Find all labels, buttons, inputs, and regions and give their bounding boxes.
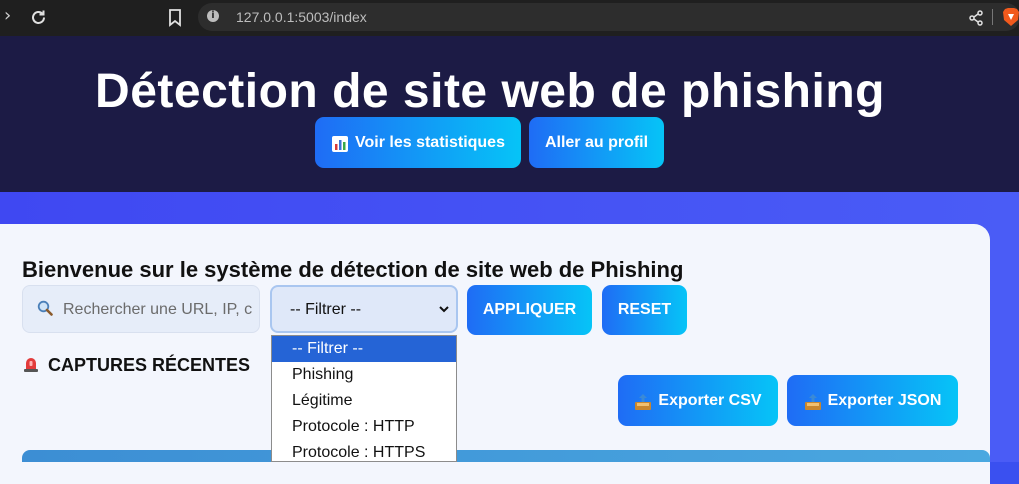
- export-csv-button[interactable]: Exporter CSV: [618, 375, 778, 426]
- siren-icon: [24, 358, 38, 372]
- outbox-tray-icon: [804, 393, 821, 410]
- search-placeholder: Rechercher une URL, IP, c: [63, 301, 253, 318]
- site-info-icon[interactable]: i: [207, 10, 219, 22]
- stats-button-label: Voir les statistiques: [355, 133, 505, 151]
- brave-shield-icon[interactable]: [1002, 7, 1019, 27]
- stats-button[interactable]: Voir les statistiques: [315, 117, 521, 168]
- reload-icon[interactable]: [30, 9, 47, 26]
- outbox-tray-icon: [635, 393, 652, 410]
- browser-toolbar: › i 127.0.0.1:5003/index: [0, 0, 1019, 36]
- filter-option-phishing[interactable]: Phishing: [272, 362, 456, 388]
- apply-button[interactable]: APPLIQUER: [467, 285, 592, 335]
- divider: [992, 9, 993, 25]
- table-header-strip: [22, 450, 990, 462]
- filter-option-legitimate[interactable]: Légitime: [272, 388, 456, 414]
- filter-selected-value: -- Filtrer --: [290, 301, 362, 318]
- search-input[interactable]: Rechercher une URL, IP, c: [22, 285, 260, 333]
- address-bar[interactable]: i 127.0.0.1:5003/index: [198, 3, 1019, 31]
- profile-button[interactable]: Aller au profil: [529, 117, 664, 168]
- filter-dropdown-list: -- Filtrer -- Phishing Légitime Protocol…: [271, 335, 457, 462]
- search-icon: [37, 300, 53, 316]
- apply-button-label: APPLIQUER: [482, 301, 577, 318]
- page-title: Détection de site web de phishing: [95, 65, 885, 118]
- url-text[interactable]: 127.0.0.1:5003/index: [236, 9, 367, 25]
- share-icon[interactable]: [968, 10, 984, 26]
- reset-button[interactable]: RESET: [602, 285, 687, 335]
- bookmark-icon[interactable]: [168, 9, 182, 27]
- filter-option-all[interactable]: -- Filtrer --: [272, 336, 456, 362]
- filter-option-https[interactable]: Protocole : HTTPS: [272, 440, 456, 461]
- page-header: Détection de site web de phishing Voir l…: [0, 36, 1019, 192]
- filter-option-http[interactable]: Protocole : HTTP: [272, 414, 456, 440]
- chevron-down-icon: [439, 306, 449, 313]
- reset-button-label: RESET: [617, 301, 672, 318]
- export-json-label: Exporter JSON: [827, 391, 942, 409]
- bar-chart-icon: [332, 135, 348, 152]
- welcome-heading: Bienvenue sur le système de détection de…: [22, 257, 684, 282]
- filter-select[interactable]: -- Filtrer --: [270, 285, 458, 333]
- export-csv-label: Exporter CSV: [658, 391, 762, 409]
- forward-icon[interactable]: ›: [4, 5, 11, 26]
- export-json-button[interactable]: Exporter JSON: [787, 375, 958, 426]
- profile-button-label: Aller au profil: [544, 133, 649, 151]
- section-title: CAPTURES RÉCENTES: [22, 353, 250, 376]
- section-title-text: CAPTURES RÉCENTES: [48, 355, 251, 375]
